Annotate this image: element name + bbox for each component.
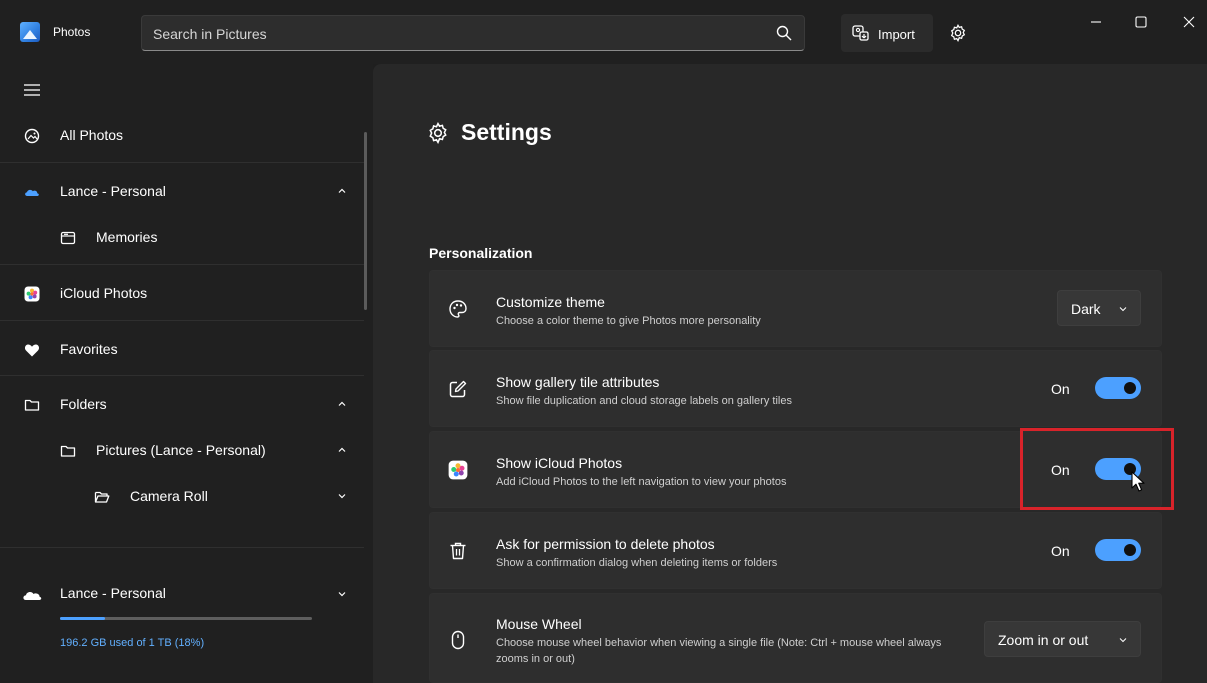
setting-gallery-tile-attributes: Show gallery tile attributes Show file d… — [429, 350, 1162, 427]
toggle-switch[interactable] — [1095, 377, 1141, 399]
chevron-up-icon[interactable] — [337, 445, 347, 455]
chevron-up-icon[interactable] — [337, 399, 347, 409]
sidebar-item-icloud-photos[interactable]: iCloud Photos — [0, 274, 364, 314]
setting-description: Choose mouse wheel behavior when viewing… — [496, 637, 942, 665]
toggle-knob — [1124, 544, 1136, 556]
theme-dropdown-value: Dark — [1071, 301, 1101, 317]
sidebar-divider — [0, 375, 364, 376]
theme-dropdown[interactable]: Dark — [1057, 290, 1141, 326]
sidebar-account-lance-personal[interactable]: Lance - Personal — [0, 575, 364, 615]
trash-icon — [450, 542, 466, 560]
heart-icon — [24, 344, 40, 357]
sidebar-item-folders[interactable]: Folders — [0, 385, 364, 425]
edit-icon — [449, 380, 467, 398]
hamburger-menu-icon[interactable] — [24, 84, 40, 96]
setting-title: Ask for permission to delete photos — [496, 536, 715, 552]
storage-progress-bar — [60, 617, 312, 620]
sidebar-divider — [0, 162, 364, 163]
storage-usage-text: 196.2 GB used of 1 TB (18%) — [60, 637, 205, 649]
import-button[interactable]: Import — [841, 14, 933, 52]
icloud-photos-icon — [24, 286, 40, 302]
account-label: Lance - Personal — [60, 585, 166, 601]
storage-progress-fill — [60, 617, 106, 620]
folder-icon — [24, 399, 40, 411]
chevron-down-icon — [1119, 307, 1127, 312]
sidebar-item-label: Memories — [96, 229, 158, 245]
mouse-icon — [451, 630, 465, 650]
app-title: Photos — [53, 25, 91, 39]
setting-title: Customize theme — [496, 294, 605, 310]
photos-app-icon — [20, 22, 40, 42]
mouse-wheel-dropdown[interactable]: Zoom in or out — [984, 621, 1141, 657]
settings-gear-icon — [429, 122, 447, 144]
toggle-state-label: On — [1051, 543, 1070, 559]
maximize-icon[interactable] — [1129, 12, 1153, 32]
toggle-knob — [1124, 382, 1136, 394]
sidebar-item-label: iCloud Photos — [60, 285, 148, 301]
settings-page: Settings Personalization Customize theme… — [373, 64, 1207, 683]
sidebar-item-lance-personal[interactable]: Lance - Personal — [0, 172, 364, 212]
setting-customize-theme: Customize theme Choose a color theme to … — [429, 270, 1162, 347]
toggle-state-label: On — [1051, 381, 1070, 397]
memories-icon — [60, 231, 76, 245]
setting-description: Show a confirmation dialog when deleting… — [496, 557, 778, 569]
sidebar-item-label: Favorites — [60, 341, 118, 357]
chevron-down-icon[interactable] — [337, 491, 347, 501]
folder-icon — [60, 445, 76, 457]
sidebar-scrollbar[interactable] — [364, 132, 367, 310]
all-photos-icon — [24, 128, 40, 144]
sidebar-item-label: All Photos — [60, 127, 124, 143]
search-input[interactable]: Search in Pictures — [141, 15, 805, 51]
setting-title: Show gallery tile attributes — [496, 374, 660, 390]
sidebar: All Photos Lance - Personal Memories iCl… — [0, 64, 373, 683]
icloud-photos-icon — [448, 460, 468, 480]
mouse-wheel-dropdown-value: Zoom in or out — [998, 632, 1089, 648]
title-bar: Photos Search in Pictures Import — [0, 0, 1207, 64]
sidebar-item-camera-roll[interactable]: Camera Roll — [0, 477, 364, 517]
setting-description: Choose a color theme to give Photos more… — [496, 315, 761, 327]
highlight-annotation-box — [1020, 428, 1174, 510]
setting-title: Show iCloud Photos — [496, 455, 623, 471]
sidebar-item-favorites[interactable]: Favorites — [0, 330, 364, 370]
setting-title: Mouse Wheel — [496, 616, 582, 632]
toggle-switch[interactable] — [1095, 539, 1141, 561]
sidebar-item-all-photos[interactable]: All Photos — [0, 116, 364, 156]
import-icon — [852, 25, 869, 41]
page-title-text: Settings — [461, 119, 552, 145]
sidebar-item-label: Camera Roll — [130, 488, 208, 504]
cloud-icon — [23, 591, 42, 600]
sidebar-item-label: Pictures (Lance - Personal) — [96, 442, 266, 458]
minimize-icon[interactable] — [1084, 12, 1108, 32]
sidebar-item-pictures-folder[interactable]: Pictures (Lance - Personal) — [0, 431, 364, 471]
folder-open-icon — [94, 491, 110, 503]
search-icon[interactable] — [776, 25, 792, 41]
import-label: Import — [878, 27, 915, 42]
setting-description: Show file duplication and cloud storage … — [496, 395, 792, 407]
gallery-attributes-toggle[interactable]: On — [1051, 377, 1141, 401]
settings-gear-icon[interactable] — [949, 24, 967, 42]
onedrive-cloud-icon — [25, 189, 39, 196]
sidebar-divider — [0, 320, 364, 321]
close-icon[interactable] — [1177, 12, 1201, 32]
sidebar-divider — [0, 547, 364, 548]
chevron-up-icon[interactable] — [337, 186, 347, 196]
chevron-down-icon[interactable] — [337, 589, 347, 599]
setting-description: Add iCloud Photos to the left navigation… — [496, 476, 787, 488]
sidebar-item-memories[interactable]: Memories — [0, 218, 364, 258]
sidebar-divider — [0, 264, 364, 265]
search-placeholder: Search in Pictures — [153, 26, 267, 42]
chevron-down-icon — [1119, 638, 1127, 643]
sidebar-item-label: Lance - Personal — [60, 183, 166, 199]
section-title-personalization: Personalization — [429, 245, 533, 261]
palette-icon — [449, 300, 467, 318]
sidebar-item-label: Folders — [60, 396, 107, 412]
setting-mouse-wheel: Mouse Wheel Choose mouse wheel behavior … — [429, 593, 1162, 683]
mouse-pointer-icon — [1131, 471, 1145, 492]
setting-delete-permission: Ask for permission to delete photos Show… — [429, 512, 1162, 589]
delete-permission-toggle[interactable]: On — [1051, 539, 1141, 563]
